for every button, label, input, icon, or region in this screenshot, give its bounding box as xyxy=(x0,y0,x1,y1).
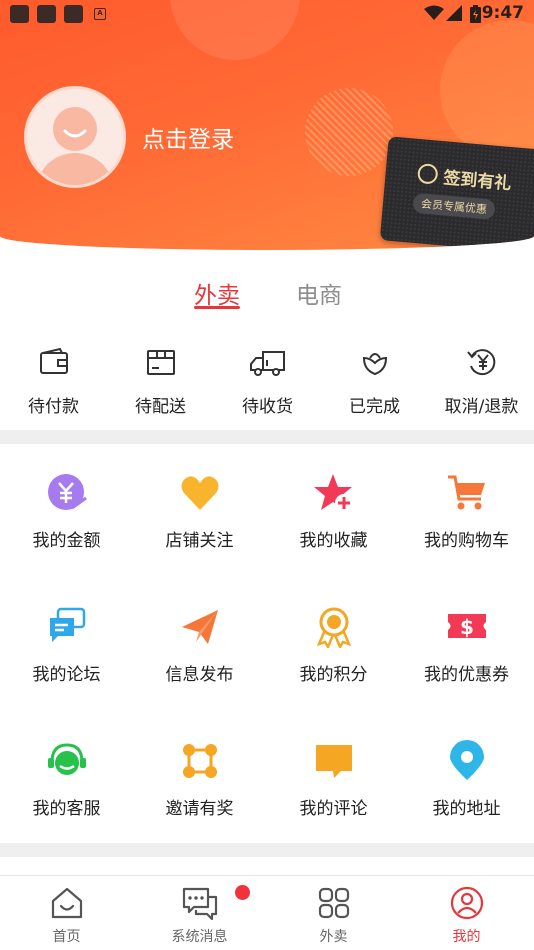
svg-text:$: $ xyxy=(460,615,474,639)
post-info[interactable]: 信息发布 xyxy=(133,606,266,706)
section-divider xyxy=(0,843,534,857)
order-pending-receipt[interactable]: 待收货 xyxy=(214,346,321,426)
customer-service[interactable]: 我的客服 xyxy=(0,740,133,840)
grid-label: 我的收藏 xyxy=(299,531,368,551)
notification-icon xyxy=(37,5,56,23)
my-points[interactable]: 我的积分 xyxy=(267,606,400,706)
signal-icon xyxy=(446,5,462,21)
nav-home[interactable]: 首页 xyxy=(0,886,133,946)
wallet-icon xyxy=(39,347,68,374)
network-icon xyxy=(182,744,217,778)
invite-reward[interactable]: 邀请有奖 xyxy=(133,740,266,840)
delivery-truck-icon xyxy=(249,351,285,376)
status-time: 9:47 xyxy=(481,3,524,23)
status-bar: A 9:47 xyxy=(0,0,534,28)
nav-takeout[interactable]: 外卖 xyxy=(267,886,400,946)
order-pending-delivery[interactable]: 待配送 xyxy=(107,346,214,426)
profile-icon xyxy=(450,886,483,920)
default-avatar-icon xyxy=(37,107,113,185)
headset-icon xyxy=(47,743,86,775)
tab-ecommerce[interactable]: 电商 xyxy=(296,276,342,310)
chat-bubbles-icon xyxy=(49,607,85,642)
nav-label: 外卖 xyxy=(319,929,348,945)
refund-yen-icon xyxy=(466,349,495,376)
paper-plane-icon xyxy=(181,610,218,644)
package-icon xyxy=(146,350,175,375)
grid-label: 我的金额 xyxy=(32,531,101,551)
bottom-nav: 首页 系统消息 外卖 我的 xyxy=(0,875,534,950)
nav-label: 系统消息 xyxy=(171,929,228,945)
grid-label: 我的积分 xyxy=(299,665,368,685)
my-forum[interactable]: 我的论坛 xyxy=(0,606,133,706)
section-divider xyxy=(0,430,534,444)
message-icon xyxy=(182,887,217,920)
grid-label: 信息发布 xyxy=(165,665,234,685)
my-cart[interactable]: 我的购物车 xyxy=(400,472,533,572)
nav-label: 首页 xyxy=(52,929,81,945)
order-label: 待配送 xyxy=(135,397,186,417)
a-badge-icon: A xyxy=(94,8,106,20)
lotus-icon xyxy=(362,353,387,376)
location-pin-icon xyxy=(449,740,484,780)
sign-in-card[interactable]: 签到有礼 会员专属优惠 xyxy=(379,136,534,250)
star-plus-icon xyxy=(313,474,353,512)
apps-icon xyxy=(318,887,349,919)
my-coupons[interactable]: $ 我的优惠券 xyxy=(400,606,533,706)
notification-icon xyxy=(10,5,29,23)
wifi-icon xyxy=(424,5,444,20)
order-label: 待付款 xyxy=(28,397,79,417)
login-link[interactable]: 点击登录 xyxy=(142,120,234,154)
my-balance[interactable]: 我的金额 xyxy=(0,472,133,572)
grid-label: 店铺关注 xyxy=(165,531,234,551)
order-label: 待收货 xyxy=(242,397,293,417)
grid-label: 我的购物车 xyxy=(424,531,509,551)
store-follow[interactable]: 店铺关注 xyxy=(133,472,266,572)
grid-label: 我的优惠券 xyxy=(424,665,509,685)
tab-takeout[interactable]: 外卖 xyxy=(194,276,240,310)
grid-label: 邀请有奖 xyxy=(165,799,234,819)
grid-label: 我的论坛 xyxy=(32,665,101,685)
battery-icon xyxy=(470,5,481,23)
notification-icon xyxy=(64,5,83,23)
coupon-icon: $ xyxy=(447,614,486,639)
medal-icon xyxy=(316,607,351,648)
nav-mine[interactable]: 我的 xyxy=(400,886,533,946)
header-decoration xyxy=(440,20,534,160)
my-comments[interactable]: 我的评论 xyxy=(267,740,400,840)
profile-header: A 9:47 点击登录 签到有礼 会员专属优惠 xyxy=(0,0,534,250)
unread-badge xyxy=(235,885,250,900)
order-label: 已完成 xyxy=(349,397,400,417)
order-pending-payment[interactable]: 待付款 xyxy=(0,346,107,426)
order-completed[interactable]: 已完成 xyxy=(321,346,428,426)
header-decoration xyxy=(305,88,393,176)
home-icon xyxy=(51,887,82,919)
active-tab-indicator xyxy=(194,306,240,309)
nav-label: 我的 xyxy=(452,929,481,945)
grid-label: 我的客服 xyxy=(32,799,101,819)
yen-coin-icon xyxy=(47,474,87,510)
shopping-cart-icon xyxy=(447,475,485,510)
grid-label: 我的地址 xyxy=(432,799,501,819)
my-favorites[interactable]: 我的收藏 xyxy=(267,472,400,572)
order-label: 取消/退款 xyxy=(444,397,519,417)
order-refund[interactable]: 取消/退款 xyxy=(428,346,534,426)
comment-icon xyxy=(315,745,352,778)
avatar[interactable] xyxy=(24,86,126,188)
my-address[interactable]: 我的地址 xyxy=(400,740,533,840)
profile-page: A 9:47 点击登录 签到有礼 会员专属优惠 外卖 电商 待付款 待配送 待收… xyxy=(0,0,534,950)
grid-label: 我的评论 xyxy=(299,799,368,819)
heart-icon xyxy=(180,476,219,510)
